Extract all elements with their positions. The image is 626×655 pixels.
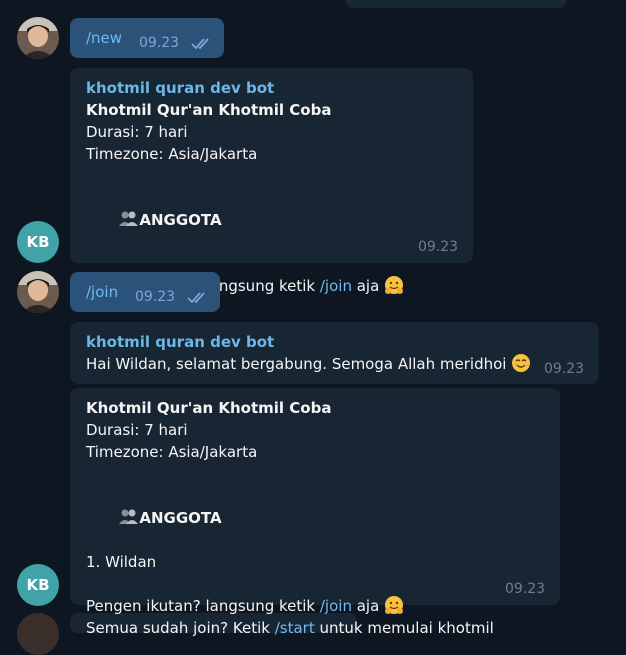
timezone-text: Timezone: Asia/Jakarta [86,443,258,461]
user-photo-icon [17,17,59,59]
invite-text-end: aja [351,277,385,295]
welcome-text: Hai Wildan, selamat bergabung. Semoga Al… [86,355,512,373]
message-time: 09.23 [418,239,459,255]
members-heading-text: ANGGOTA [139,509,222,527]
hugging-face-icon [385,596,404,614]
khotmil-title: Khotmil Qur'an Khotmil Coba [86,399,332,417]
member-list-item: 1. Wildan [86,553,157,571]
people-icon [119,211,139,226]
duration-text: Durasi: 7 hari [86,123,188,141]
user-avatar[interactable] [17,613,59,655]
duration-text: Durasi: 7 hari [86,421,188,439]
people-icon [119,509,139,524]
members-heading-text: ANGGOTA [139,211,222,229]
welcome-text-line: Hai Wildan, selamat bergabung. Semoga Al… [86,353,531,375]
start-command-link[interactable]: /start [275,619,315,637]
message-time: 09.23 [505,581,546,597]
smiling-face-icon [512,354,531,372]
bot-avatar[interactable]: KB [17,564,59,606]
join-command-link[interactable]: /join [320,597,352,615]
invite-text-end: aja [351,597,385,615]
message-time: 09.23 [135,289,176,305]
invite-line: Pengen ikutan? langsung ketik /join aja [86,595,494,617]
sender-name[interactable]: khotmil quran dev bot [86,331,531,353]
message-bubble-incoming[interactable]: Khotmil Qur'an Khotmil Coba Durasi: 7 ha… [70,388,560,637]
user-avatar[interactable] [17,271,59,313]
message-bubble-partial [345,0,567,8]
members-heading: ANGGOTA [86,187,404,253]
message-text-command[interactable]: /new [86,27,122,49]
invite-text: Pengen ikutan? langsung ketik [86,597,320,615]
hugging-face-icon [385,276,404,294]
message-bubble-incoming[interactable]: khotmil quran dev bot Khotmil Qur'an Kho… [70,68,473,295]
message-time: 09.23 [544,361,585,377]
message-text-command[interactable]: /join [86,281,118,303]
double-check-icon [191,38,209,50]
members-heading: ANGGOTA [86,485,494,551]
double-check-icon [187,292,205,304]
join-command-link[interactable]: /join [320,277,352,295]
start-text: Semua sudah join? Ketik [86,619,275,637]
user-photo-icon [17,271,59,313]
message-bubble-outgoing[interactable]: /join 09.23 [70,272,220,312]
khotmil-title: Khotmil Qur'an Khotmil Coba [86,101,332,119]
sender-name[interactable]: khotmil quran dev bot [86,77,404,99]
start-line: Semua sudah join? Ketik /start untuk mem… [86,617,494,639]
message-time: 09.23 [139,35,180,51]
start-text-end: untuk memulai khotmil [314,619,494,637]
message-bubble-outgoing[interactable]: /new 09.23 [70,18,224,58]
user-avatar[interactable] [17,17,59,59]
bot-avatar[interactable]: KB [17,221,59,263]
timezone-text: Timezone: Asia/Jakarta [86,145,258,163]
message-bubble-incoming[interactable]: khotmil quran dev bot Hai Wildan, selama… [70,322,599,384]
